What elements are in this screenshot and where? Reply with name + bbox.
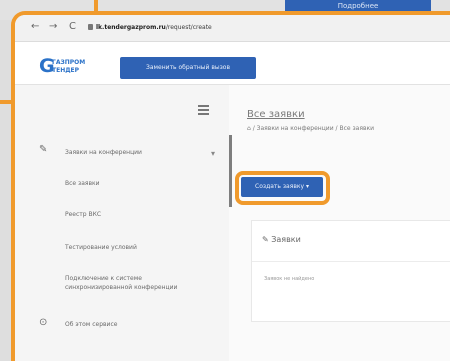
- breadcrumb-item[interactable]: Заявки на конференции: [257, 125, 334, 132]
- sidebar-item-connection[interactable]: Подключение к системе: [65, 275, 142, 282]
- sidebar-item-vks-registry[interactable]: Реестр ВКС: [65, 211, 101, 218]
- page-title[interactable]: Все заявки: [247, 109, 305, 120]
- reload-icon[interactable]: C: [69, 22, 76, 32]
- sidebar-item-about[interactable]: Об этом сервисе: [65, 321, 117, 328]
- info-icon: ⊙: [39, 317, 48, 328]
- divider: [252, 261, 450, 262]
- forward-icon[interactable]: →: [49, 22, 57, 32]
- main-content: Все заявки ⌂ / Заявки на конференции / В…: [233, 85, 450, 361]
- sidebar: ✎ Заявки на конференции ▾ Все заявки Рее…: [15, 85, 229, 361]
- app-header: G ГАЗПРОМ ТЕНДЕР Заменить обратный вызов: [15, 42, 450, 85]
- sidebar-divider: [229, 135, 232, 207]
- gazprom-logo[interactable]: G ГАЗПРОМ ТЕНДЕР: [39, 56, 105, 78]
- create-request-button[interactable]: Создать заявку ▾: [241, 177, 323, 197]
- empty-message: Заявок не найдено: [264, 276, 315, 282]
- breadcrumb: ⌂ / Заявки на конференции / Все заявки: [247, 125, 375, 132]
- address-bar: ← → C lk.tendergazprom.ru/request/create: [15, 15, 450, 42]
- change-callback-button[interactable]: Заменить обратный вызов: [120, 57, 256, 79]
- breadcrumb-item: Все заявки: [339, 125, 375, 132]
- requests-panel: ✎ Заявки Заявок не найдено: [251, 220, 450, 322]
- sidebar-item-connection-line2[interactable]: синхронизированной конференции: [65, 284, 177, 291]
- sidebar-item-all-requests[interactable]: Все заявки: [65, 180, 100, 187]
- sidebar-section-requests[interactable]: Заявки на конференции: [65, 149, 142, 156]
- home-icon[interactable]: ⌂: [247, 125, 251, 132]
- edit-icon: ✎: [39, 144, 48, 155]
- back-icon[interactable]: ←: [31, 22, 39, 32]
- panel-title: ✎ Заявки: [262, 235, 301, 244]
- lock-icon: [88, 24, 93, 30]
- chevron-down-icon[interactable]: ▾: [211, 149, 215, 158]
- sidebar-item-testing[interactable]: Тестирование условий: [65, 244, 137, 251]
- browser-window: ← → C lk.tendergazprom.ru/request/create…: [11, 11, 450, 361]
- hamburger-menu-icon[interactable]: [198, 105, 209, 117]
- url-field[interactable]: lk.tendergazprom.ru/request/create: [96, 24, 212, 31]
